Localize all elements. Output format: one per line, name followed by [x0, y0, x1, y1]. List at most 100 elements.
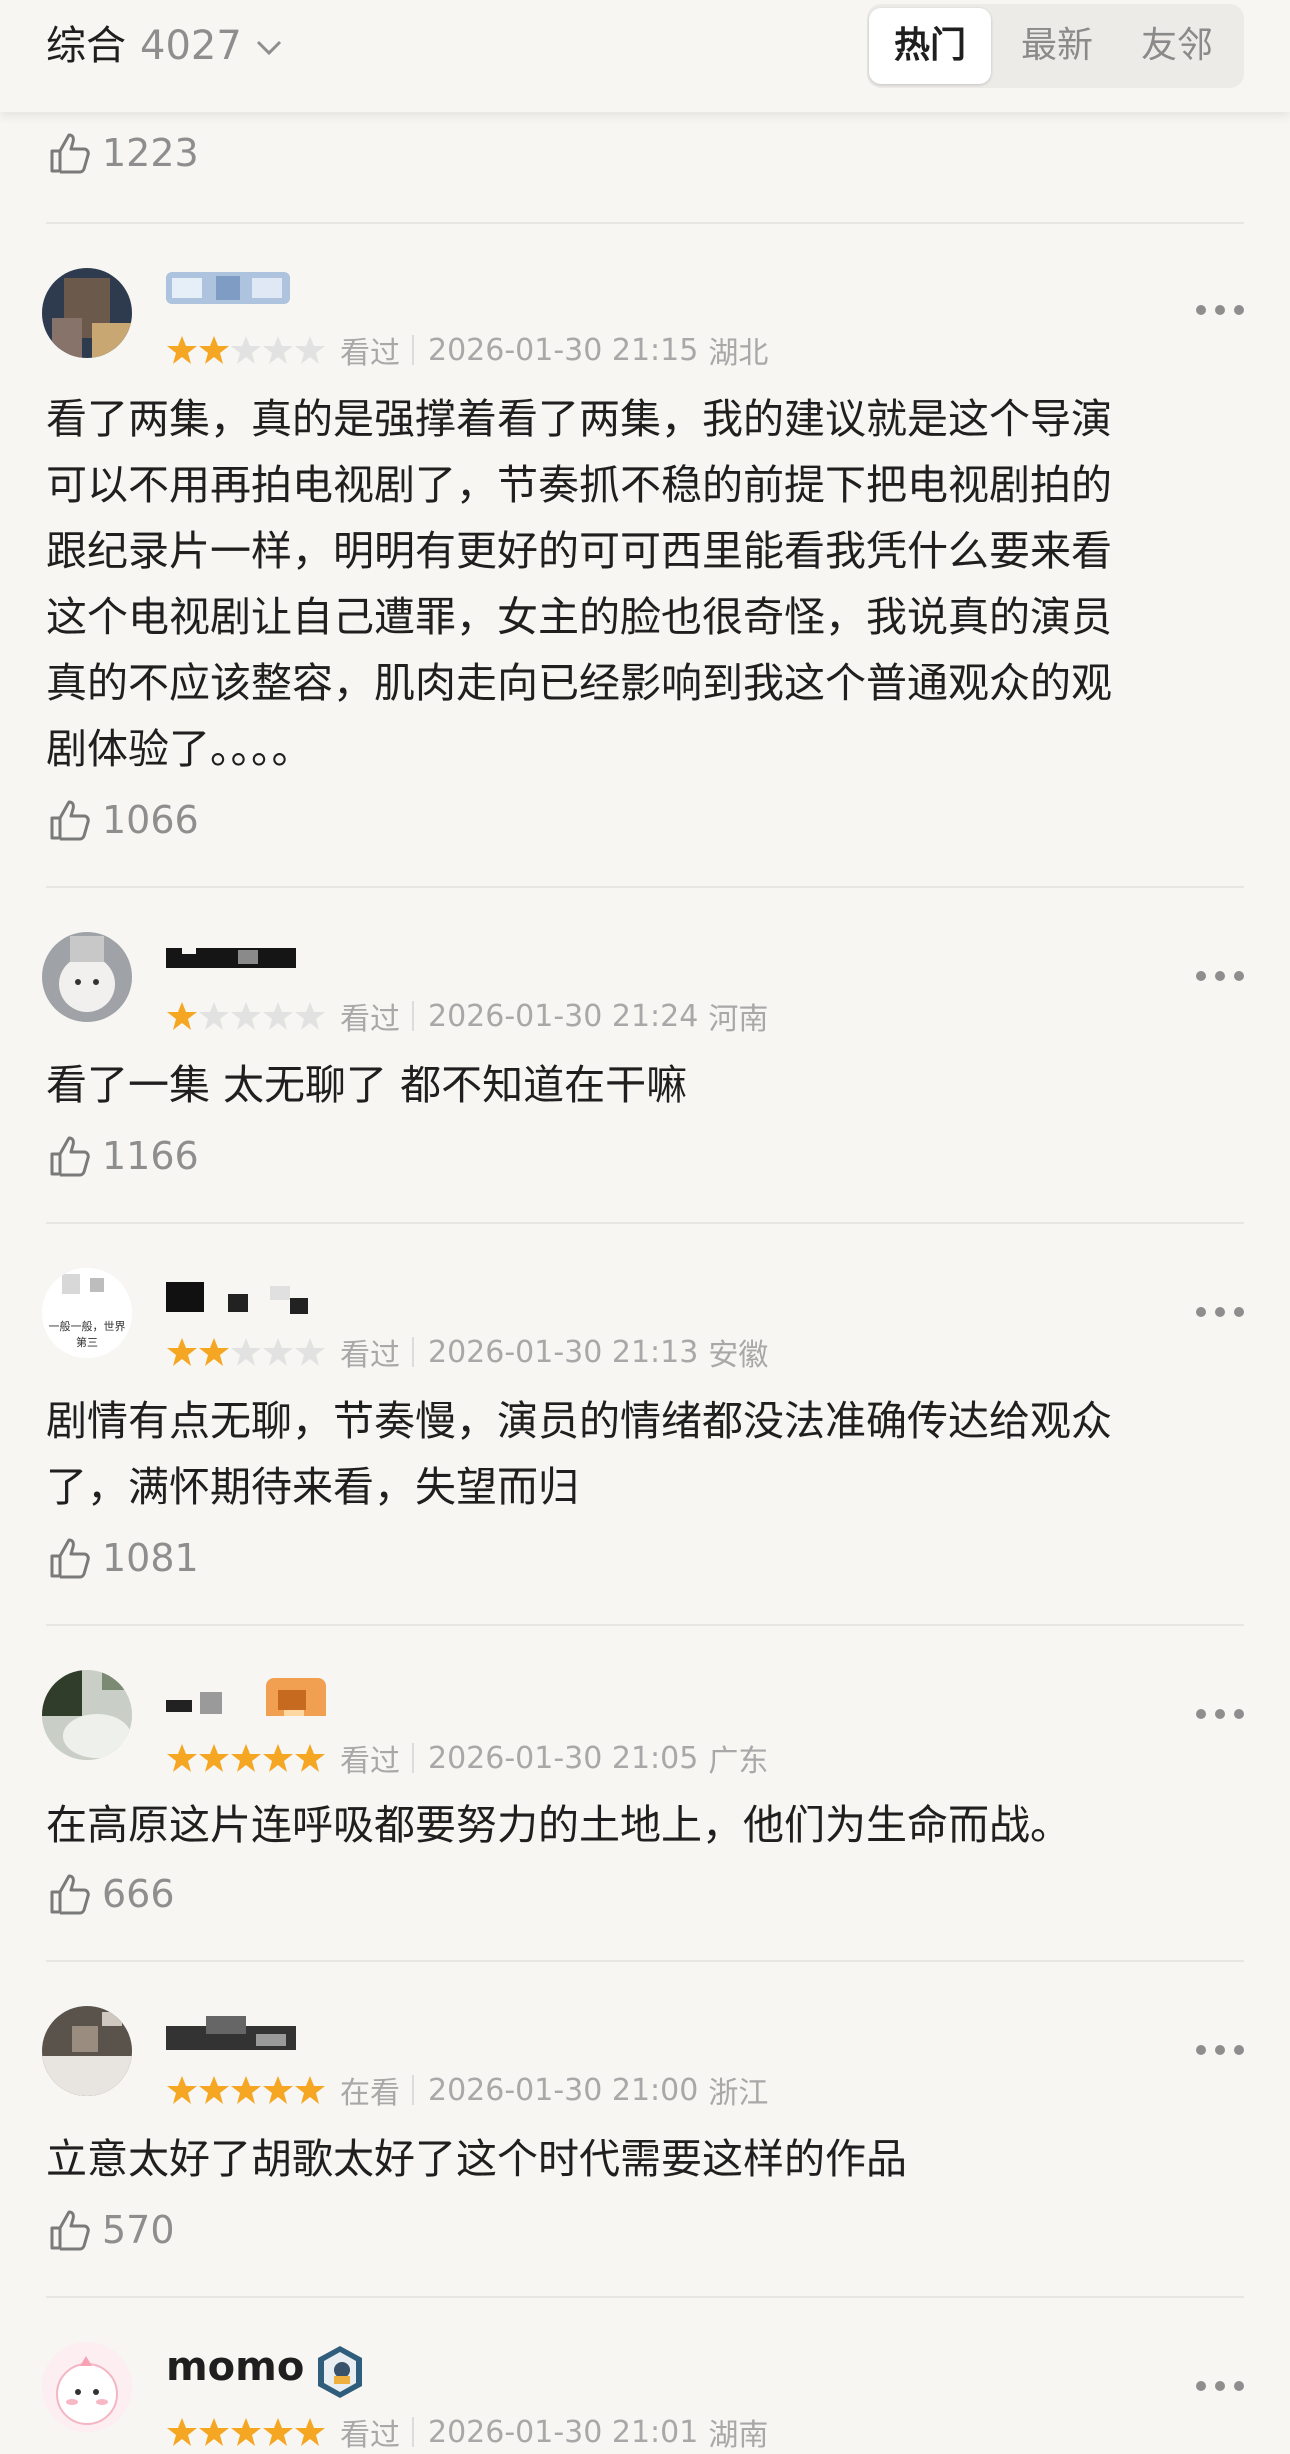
- meta-separator: [412, 2075, 414, 2105]
- watch-status: 看过: [340, 2418, 400, 2453]
- star-empty-icon: [295, 336, 325, 364]
- avatar[interactable]: [42, 1670, 132, 1760]
- username-blurred[interactable]: [166, 1276, 316, 1316]
- star-empty-icon: [231, 1338, 261, 1366]
- star-filled-icon: [167, 2076, 197, 2104]
- review-meta: 看过 2026-01-30 21:24 河南: [166, 996, 769, 1037]
- review-location: 安徽: [708, 1338, 769, 1373]
- avatar[interactable]: [42, 932, 132, 1022]
- meta-separator: [412, 2417, 414, 2447]
- watch-status: 在看: [340, 2076, 400, 2111]
- like-button[interactable]: 1066: [46, 795, 199, 845]
- review-count: 4027: [140, 23, 242, 69]
- watch-status: 看过: [340, 1744, 400, 1779]
- star-filled-icon: [167, 336, 197, 364]
- star-filled-icon: [199, 2076, 229, 2104]
- star-filled-icon: [263, 1744, 293, 1772]
- review-time: 2026-01-30 21:01: [428, 2414, 699, 2450]
- watch-status: 看过: [340, 1338, 400, 1373]
- star-filled-icon: [295, 1744, 325, 1772]
- star-empty-icon: [231, 336, 261, 364]
- review-text: 看了两集，真的是强撑着看了两集，我的建议就是这个导演 可以不用再拍电视剧了，节奏…: [46, 395, 1112, 773]
- thumbs-up-icon: [50, 133, 90, 174]
- like-button[interactable]: 1166: [46, 1131, 199, 1181]
- star-filled-icon: [231, 2076, 261, 2104]
- star-rating: [166, 334, 326, 366]
- star-empty-icon: [231, 1002, 261, 1030]
- star-rating: [166, 1742, 326, 1774]
- username-blurred[interactable]: [166, 1676, 346, 1716]
- watch-status: 看过: [340, 336, 400, 371]
- username-blurred[interactable]: [166, 268, 290, 308]
- sort-dropdown[interactable]: 综合 4027: [46, 20, 282, 72]
- avatar[interactable]: 一般一般，世界 第三: [42, 1268, 132, 1358]
- more-icon[interactable]: [1196, 2045, 1244, 2057]
- username[interactable]: momo: [166, 2344, 304, 2390]
- like-button[interactable]: 666: [46, 1869, 175, 1919]
- star-filled-icon: [263, 2418, 293, 2446]
- tab-hot[interactable]: 热门: [869, 8, 991, 84]
- thumbs-up-icon: [50, 800, 90, 841]
- like-count: 1223: [102, 131, 199, 175]
- username-blurred[interactable]: [166, 2012, 296, 2052]
- avatar-caption: 一般一般，世界: [49, 1320, 126, 1333]
- tab-friends[interactable]: 友邻: [1117, 8, 1237, 84]
- like-count: 1066: [102, 798, 199, 842]
- star-filled-icon: [295, 2076, 325, 2104]
- star-filled-icon: [199, 336, 229, 364]
- divider: [46, 1960, 1244, 1962]
- review-time: 2026-01-30 21:00: [428, 2072, 699, 2108]
- star-empty-icon: [263, 1338, 293, 1366]
- like-count: 1166: [102, 1134, 199, 1178]
- review-time: 2026-01-30 21:24: [428, 998, 699, 1034]
- like-button[interactable]: 570: [46, 2205, 175, 2255]
- like-button[interactable]: 1081: [46, 1533, 199, 1583]
- star-filled-icon: [199, 1338, 229, 1366]
- review-meta: 看过 2026-01-30 21:13 安徽: [166, 1332, 769, 1373]
- like-button[interactable]: 1223: [46, 128, 199, 178]
- review-time: 2026-01-30 21:13: [428, 1334, 699, 1370]
- star-filled-icon: [199, 1744, 229, 1772]
- review-meta: 看过 2026-01-30 21:01 湖南: [166, 2412, 768, 2453]
- meta-separator: [412, 335, 414, 365]
- star-filled-icon: [231, 1744, 261, 1772]
- thumbs-up-icon: [50, 1136, 90, 1177]
- sort-label: 综合: [46, 23, 126, 69]
- tab-latest[interactable]: 最新: [997, 8, 1117, 84]
- review-meta: 在看 2026-01-30 21:00 浙江: [166, 2070, 769, 2111]
- review-time: 2026-01-30 21:15: [428, 332, 699, 368]
- star-filled-icon: [263, 2076, 293, 2104]
- review-meta: 看过 2026-01-30 21:15 湖北: [166, 330, 769, 371]
- badge-icon: [318, 2346, 362, 2398]
- review-location: 广东: [708, 1744, 769, 1779]
- more-icon[interactable]: [1196, 305, 1244, 317]
- review-text: 剧情有点无聊，节奏慢，演员的情绪都没法准确传达给观众 了，满怀期待来看，失望而归: [46, 1397, 1112, 1511]
- more-icon[interactable]: [1196, 1307, 1244, 1319]
- like-count: 1081: [102, 1536, 199, 1580]
- review-location: 浙江: [708, 2076, 769, 2111]
- avatar-caption: 第三: [76, 1335, 98, 1349]
- more-icon[interactable]: [1196, 971, 1244, 983]
- divider: [46, 1222, 1244, 1224]
- watch-status: 看过: [340, 1002, 400, 1037]
- sort-tabs: 热门 最新 友邻: [867, 4, 1244, 88]
- avatar[interactable]: [42, 2006, 132, 2096]
- thumbs-up-icon: [50, 1538, 90, 1579]
- avatar[interactable]: [42, 2342, 132, 2432]
- star-empty-icon: [295, 1002, 325, 1030]
- thumbs-up-icon: [50, 2210, 90, 2251]
- avatar[interactable]: [42, 268, 132, 358]
- star-filled-icon: [231, 2418, 261, 2446]
- more-icon[interactable]: [1196, 1709, 1244, 1721]
- star-empty-icon: [199, 1002, 229, 1030]
- username-blurred[interactable]: [166, 936, 296, 976]
- star-rating: [166, 1000, 326, 1032]
- star-filled-icon: [199, 2418, 229, 2446]
- review-location: 湖北: [708, 336, 769, 371]
- meta-separator: [412, 1001, 414, 1031]
- star-rating: [166, 2074, 326, 2106]
- chevron-down-icon: [256, 40, 281, 56]
- review-text: 在高原这片连呼吸都要努力的土地上，他们为生命而战。: [46, 1801, 1071, 1849]
- more-icon[interactable]: [1196, 2381, 1244, 2393]
- review-location: 河南: [708, 1002, 769, 1037]
